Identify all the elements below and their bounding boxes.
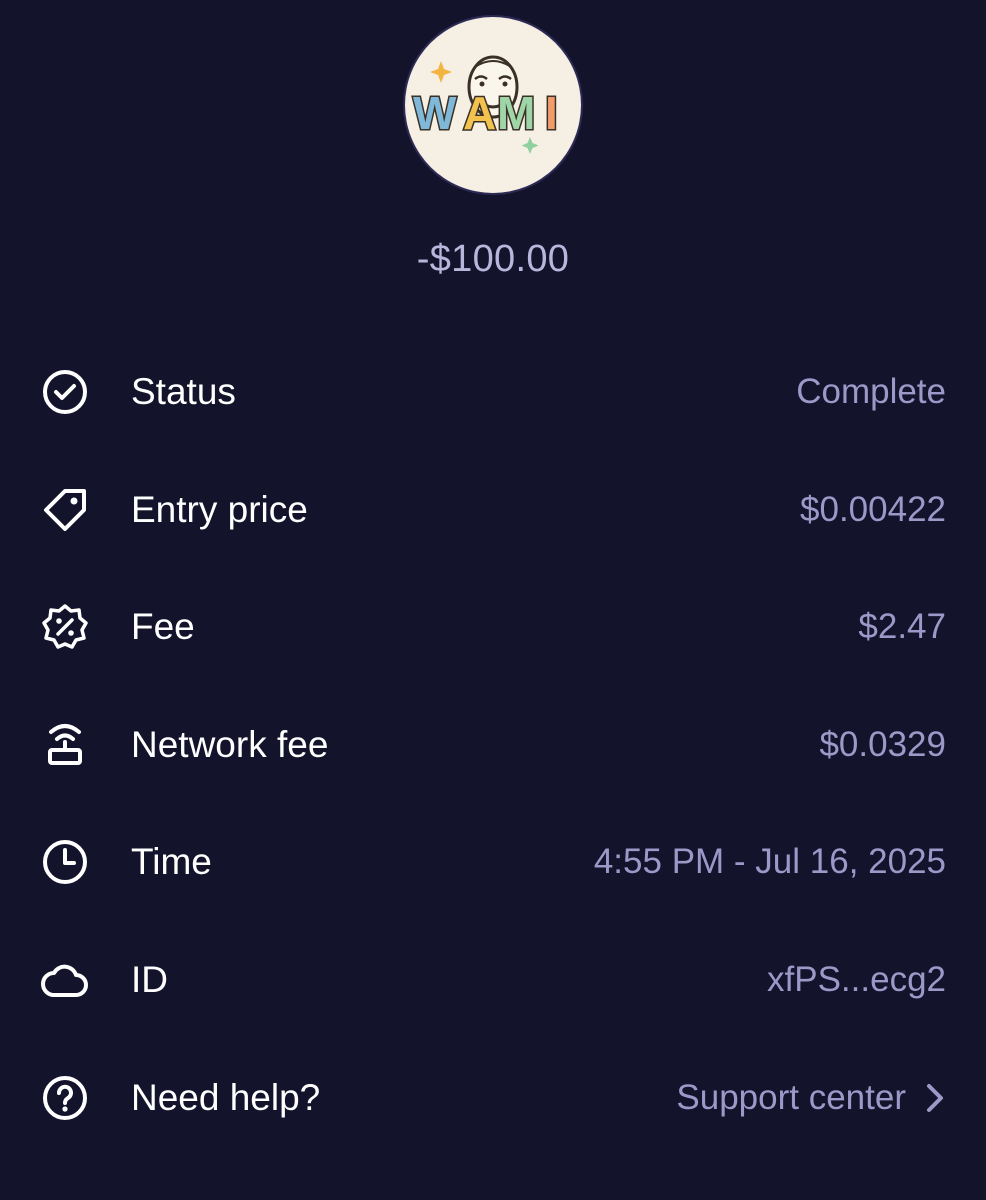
id-value[interactable]: xfPS...ecg2 (767, 960, 946, 1000)
wami-logo-image: W A M I (412, 55, 559, 154)
status-value: Complete (796, 372, 946, 411)
detail-row-fee: Fee $2.47 (0, 587, 986, 667)
token-logo: W A M I (405, 17, 581, 193)
clock-icon (40, 837, 90, 887)
detail-row-network-fee: Network fee $0.0329 (0, 705, 986, 785)
percent-badge-icon (40, 602, 90, 652)
detail-row-time: Time 4:55 PM - Jul 16, 2025 (0, 822, 986, 902)
svg-text:I: I (545, 87, 558, 139)
entry-price-label: Entry price (131, 489, 308, 530)
chevron-right-icon[interactable] (924, 1081, 946, 1115)
time-label: Time (131, 841, 212, 882)
transaction-amount: -$100.00 (416, 238, 570, 280)
svg-text:W: W (413, 87, 457, 139)
svg-text:M: M (497, 87, 535, 139)
id-label: ID (131, 959, 168, 1000)
router-icon (40, 720, 90, 770)
network-fee-label: Network fee (131, 724, 329, 765)
price-tag-icon (40, 485, 90, 535)
detail-row-id: ID xfPS...ecg2 (0, 940, 986, 1020)
detail-row-help[interactable]: Need help? Support center (0, 1058, 986, 1138)
help-circle-icon (40, 1073, 90, 1123)
support-center-link[interactable]: Support center (676, 1078, 946, 1118)
time-value: 4:55 PM - Jul 16, 2025 (593, 842, 946, 881)
detail-row-entry-price: Entry price $0.00422 (0, 470, 986, 550)
fee-label: Fee (131, 606, 195, 647)
svg-text:A: A (463, 87, 496, 139)
cloud-icon (40, 955, 90, 1005)
check-circle-icon (40, 367, 90, 417)
network-fee-value: $0.0329 (819, 725, 946, 764)
need-help-label: Need help? (131, 1077, 321, 1118)
support-center-label[interactable]: Support center (676, 1078, 906, 1118)
entry-price-value: $0.00422 (800, 490, 946, 529)
detail-row-status: Status Complete (0, 352, 986, 432)
status-label: Status (131, 371, 236, 412)
fee-value: $2.47 (858, 607, 946, 646)
